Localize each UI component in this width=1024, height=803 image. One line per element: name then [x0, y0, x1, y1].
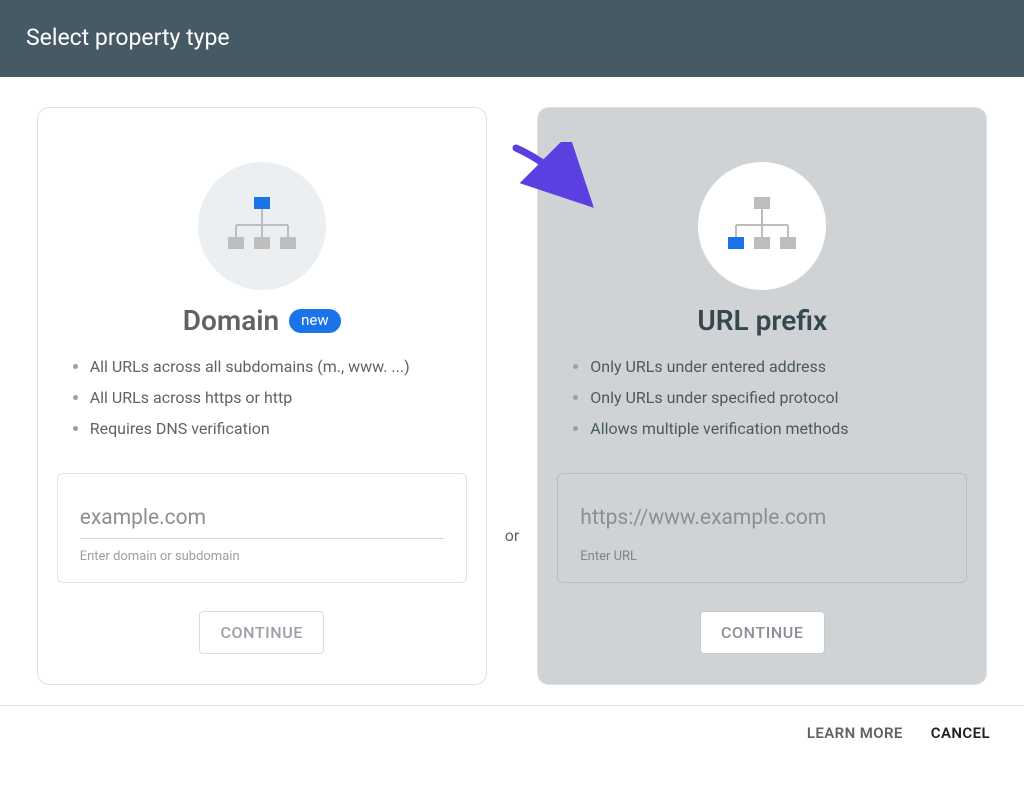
new-badge: new — [289, 309, 341, 333]
list-item: All URLs across https or http — [90, 386, 468, 409]
url-title: URL prefix — [697, 304, 827, 337]
or-label: or — [505, 246, 520, 545]
annotation-arrow-icon — [508, 142, 600, 218]
list-item: Only URLs under specified protocol — [590, 386, 968, 409]
url-continue-button[interactable]: CONTINUE — [700, 611, 825, 654]
url-sitemap-icon — [698, 162, 826, 290]
learn-more-button[interactable]: LEARN MORE — [807, 724, 903, 742]
list-item: Only URLs under entered address — [590, 355, 968, 378]
domain-input-box: Enter domain or subdomain — [57, 473, 467, 583]
dialog-header: Select property type — [0, 0, 1024, 77]
list-item: Requires DNS verification — [90, 417, 468, 440]
cards-container: Domain new All URLs across all subdomain… — [0, 77, 1024, 705]
url-prefix-card[interactable]: URL prefix Only URLs under entered addre… — [537, 107, 987, 685]
dialog-title: Select property type — [26, 24, 230, 51]
list-item: Allows multiple verification methods — [590, 417, 968, 440]
domain-card[interactable]: Domain new All URLs across all subdomain… — [37, 107, 487, 685]
dialog-footer: LEARN MORE CANCEL — [0, 705, 1024, 760]
domain-input[interactable] — [80, 500, 444, 539]
domain-title-row: Domain new — [183, 304, 341, 337]
domain-bullet-list: All URLs across all subdomains (m., www.… — [56, 355, 468, 449]
domain-continue-button[interactable]: CONTINUE — [199, 611, 324, 654]
domain-sitemap-icon — [198, 162, 326, 290]
url-bullet-list: Only URLs under entered address Only URL… — [556, 355, 968, 449]
domain-helper: Enter domain or subdomain — [80, 549, 444, 564]
url-helper: Enter URL — [580, 549, 944, 564]
cancel-button[interactable]: CANCEL — [931, 724, 990, 742]
url-title-row: URL prefix — [697, 304, 827, 337]
list-item: All URLs across all subdomains (m., www.… — [90, 355, 468, 378]
url-input-box: Enter URL — [557, 473, 967, 583]
url-input[interactable] — [580, 500, 944, 539]
domain-title: Domain — [183, 304, 279, 337]
